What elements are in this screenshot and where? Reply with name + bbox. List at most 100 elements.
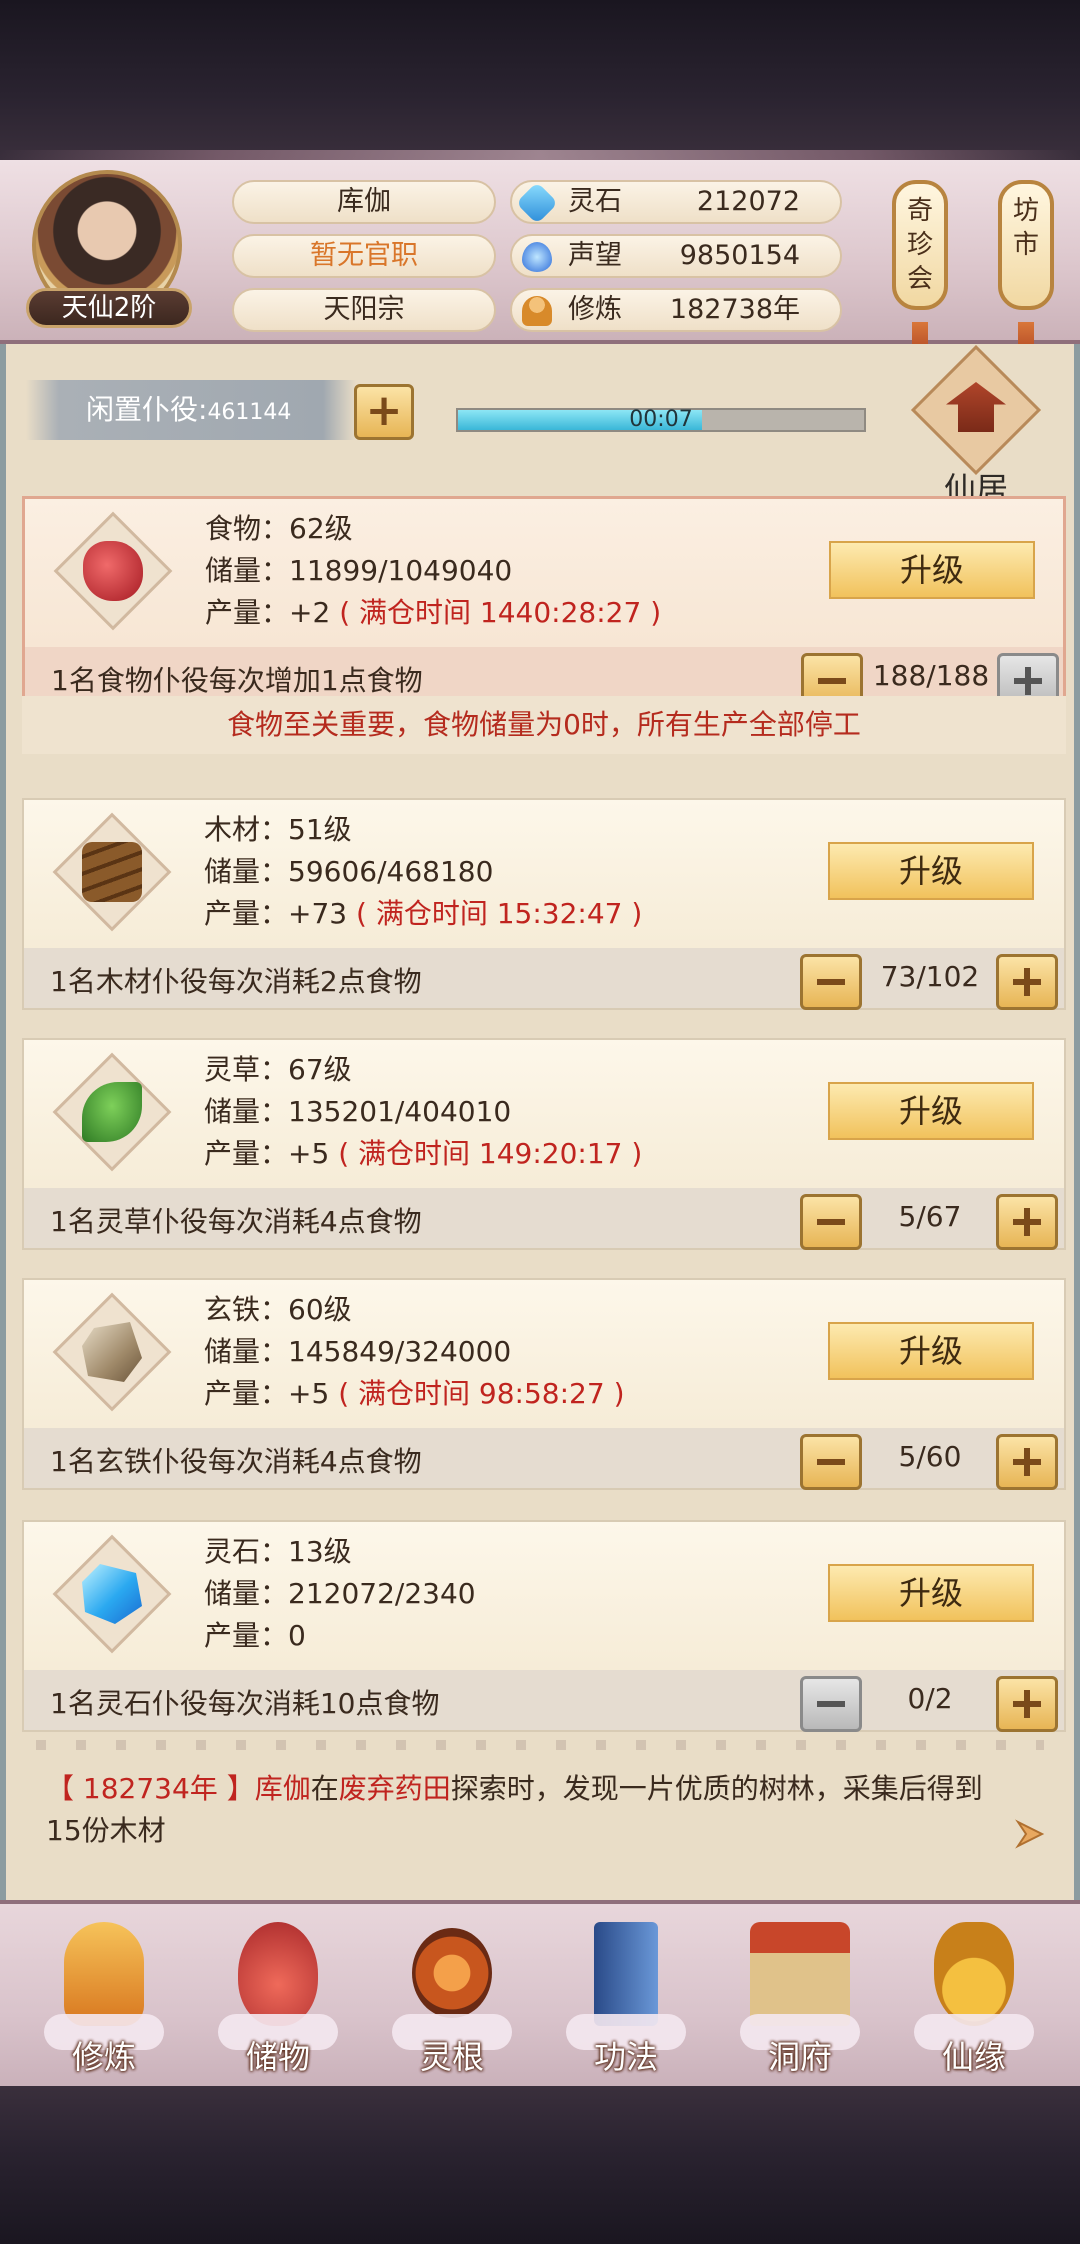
resource-output: 产量：+73 ( 满仓时间 15:32:47 ): [204, 897, 643, 930]
bag-icon: [238, 1922, 318, 2026]
nav-label: 洞府: [767, 2038, 832, 2076]
market-button[interactable]: 坊市: [998, 180, 1054, 310]
cultivation-icon: [522, 296, 552, 326]
increase-servant-button[interactable]: [996, 954, 1058, 1010]
stat-label: 修炼: [568, 294, 622, 325]
idle-count: 461144: [207, 400, 292, 425]
upgrade-button[interactable]: 升级: [828, 1564, 1034, 1622]
servant-count: 73/102: [880, 960, 980, 993]
resource-level: 灵石：13级: [204, 1535, 352, 1568]
gourd-icon: [934, 1922, 1014, 2026]
servant-desc: 1名灵石仆役每次消耗10点食物: [50, 1687, 440, 1720]
nav-fate[interactable]: 仙缘: [904, 1914, 1044, 2084]
log-actor: 库伽: [254, 1772, 311, 1805]
stat-value: 212072: [696, 186, 800, 217]
resource-level: 灵草：67级: [204, 1053, 352, 1086]
resource-card-spirit-stone: 灵石：13级 储量：212072/2340 产量：0 升级 1名灵石仆役每次消耗…: [22, 1520, 1066, 1732]
ornament-divider: [36, 1740, 1044, 1750]
bottom-banner: [0, 2086, 1080, 2244]
resource-storage: 储量：145849/324000: [204, 1335, 512, 1368]
crystal-icon: [52, 1534, 172, 1654]
resource-card-herb: 灵草：67级 储量：135201/404010 产量：+5 ( 满仓时间 149…: [22, 1038, 1066, 1250]
nav-label: 功法: [593, 2038, 658, 2076]
production-progress: 00:07: [456, 407, 866, 432]
nav-label: 储物: [245, 2038, 310, 2076]
log-place: 废弃药田: [338, 1772, 451, 1805]
resource-level: 食物：62级: [205, 512, 353, 545]
progress-timer: 00:07: [629, 407, 693, 432]
rank-tag: 天仙2阶: [26, 288, 192, 328]
nav-label: 灵根: [419, 2038, 484, 2076]
stat-value: 182738年: [669, 294, 800, 325]
increase-servant-button[interactable]: [996, 1676, 1058, 1732]
servant-count: 188/188: [872, 659, 990, 692]
servant-desc: 1名灵草仆役每次消耗4点食物: [50, 1205, 422, 1238]
cave-icon: [750, 1922, 850, 2026]
log-year: 【 182734年 】: [46, 1772, 255, 1805]
book-icon: [594, 1922, 658, 2026]
upgrade-button[interactable]: 升级: [828, 842, 1034, 900]
stat-label: 灵石: [568, 186, 622, 217]
resource-output: 产量：0: [204, 1619, 306, 1652]
resource-level: 玄铁：60级: [204, 1293, 352, 1326]
add-servant-button[interactable]: +: [354, 384, 414, 440]
resource-output: 产量：+5 ( 满仓时间 149:20:17 ): [204, 1137, 643, 1170]
increase-servant-button[interactable]: [996, 1194, 1058, 1250]
wood-icon: [52, 812, 172, 932]
servant-count: 5/67: [898, 1200, 962, 1233]
nav-cultivate[interactable]: 修炼: [34, 1914, 174, 2084]
food-warning: 食物至关重要，食物储量为0时，所有生产全部停工: [22, 696, 1066, 754]
resource-card-iron: 玄铁：60级 储量：145849/324000 产量：+5 ( 满仓时间 98:…: [22, 1278, 1066, 1490]
main-panel: 闲置仆役:461144 + 00:07 仙居 食物：62级 储量：11899/1…: [0, 344, 1080, 1900]
servant-desc: 1名木材仆役每次消耗2点食物: [50, 965, 422, 998]
nav-cave[interactable]: 洞府: [730, 1914, 870, 2084]
player-sect: 天阳宗: [232, 288, 496, 332]
treasure-fair-button[interactable]: 奇珍会: [892, 180, 948, 310]
spirit-root-icon: [412, 1928, 492, 2018]
increase-servant-button[interactable]: [996, 1434, 1058, 1490]
xianju-button[interactable]: 仙居: [910, 344, 1042, 514]
stat-spirit-stone: 灵石 212072: [510, 180, 842, 225]
cultivate-icon: [64, 1922, 144, 2026]
resource-storage: 储量：59606/468180: [204, 855, 494, 888]
idle-label: 闲置仆役:: [86, 393, 208, 426]
nav-storage[interactable]: 储物: [208, 1914, 348, 2084]
resource-storage: 储量：11899/1049040: [205, 554, 513, 587]
herb-icon: [52, 1052, 172, 1172]
meat-icon: [53, 511, 173, 631]
resource-output: 产量：+5 ( 满仓时间 98:58:27 ): [204, 1377, 625, 1410]
stat-value: 9850154: [679, 240, 800, 271]
log-text: 在: [310, 1772, 339, 1805]
bottom-nav: 修炼 储物 灵根 功法 洞府 仙缘: [0, 1900, 1080, 2090]
stat-reputation: 声望 9850154: [510, 234, 842, 278]
decrease-servant-button[interactable]: [800, 1194, 862, 1250]
resource-card-wood: 木材：51级 储量：59606/468180 产量：+73 ( 满仓时间 15:…: [22, 798, 1066, 1010]
servant-desc: 1名玄铁仆役每次消耗4点食物: [50, 1445, 422, 1478]
nav-label: 仙缘: [941, 2038, 1006, 2076]
iron-icon: [52, 1292, 172, 1412]
decrease-servant-button[interactable]: [800, 1676, 862, 1732]
servant-count: 0/2: [907, 1682, 953, 1715]
spirit-stone-icon: [515, 181, 559, 225]
servant-desc: 1名食物仆役每次增加1点食物: [51, 664, 423, 697]
decrease-servant-button[interactable]: [800, 954, 862, 1010]
next-arrow-icon[interactable]: [1012, 1814, 1052, 1854]
top-banner: [0, 0, 1080, 164]
upgrade-button[interactable]: 升级: [829, 541, 1035, 599]
player-name: 库伽: [232, 180, 496, 224]
player-title: 暂无官职: [232, 234, 496, 278]
decrease-servant-button[interactable]: [800, 1434, 862, 1490]
event-log: 【 182734年 】库伽在废弃药田探索时，发现一片优质的树林，采集后得到15份…: [46, 1768, 1006, 1852]
reputation-icon: [522, 242, 552, 272]
nav-techniques[interactable]: 功法: [556, 1914, 696, 2084]
resource-storage: 储量：212072/2340: [204, 1577, 476, 1610]
nav-spirit-root[interactable]: 灵根: [382, 1914, 522, 2084]
player-header: 天仙2阶 库伽 暂无官职 天阳宗 灵石 212072 声望 9850154 修炼…: [0, 160, 1080, 362]
resource-card-food: 食物：62级 储量：11899/1049040 产量：+2 ( 满仓时间 144…: [22, 496, 1066, 709]
upgrade-button[interactable]: 升级: [828, 1082, 1034, 1140]
resource-storage: 储量：135201/404010: [204, 1095, 512, 1128]
upgrade-button[interactable]: 升级: [828, 1322, 1034, 1380]
resource-output: 产量：+2 ( 满仓时间 1440:28:27 ): [205, 596, 662, 629]
resource-level: 木材：51级: [204, 813, 352, 846]
servant-count: 5/60: [898, 1440, 962, 1473]
